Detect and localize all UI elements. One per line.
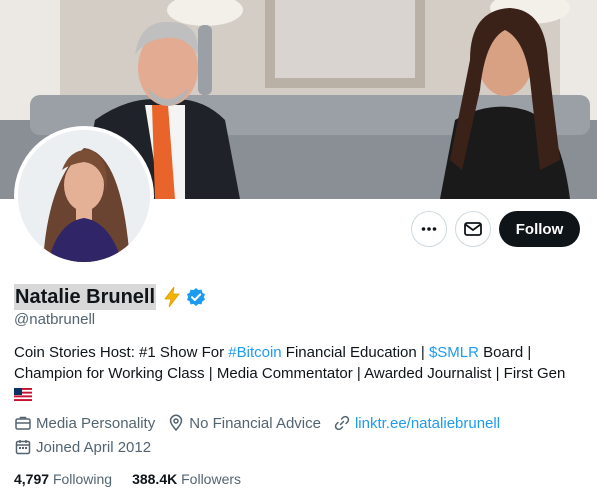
location-text: No Financial Advice (189, 414, 321, 432)
display-name: Natalie Brunell (14, 284, 157, 310)
followers-count: 388.4K (132, 471, 178, 487)
category-item: Media Personality (14, 414, 155, 432)
following-label: Following (52, 471, 113, 487)
profile-meta: Media Personality No Financial Advice li… (14, 414, 512, 432)
cashtag-link[interactable]: $SMLR (429, 344, 479, 361)
mail-icon (464, 222, 482, 236)
category-text: Media Personality (36, 414, 156, 432)
avatar-photo (18, 130, 150, 262)
followers-link[interactable]: 388.4K Followers (132, 471, 241, 487)
name-row: Natalie Brunell (14, 284, 206, 310)
following-count: 4,797 (14, 471, 50, 487)
bio-text: Financial Education | (281, 344, 429, 361)
link-icon (334, 415, 350, 431)
location-pin-icon (169, 414, 183, 432)
bio-text: Coin Stories Host: #1 Show For (14, 344, 229, 361)
calendar-icon (15, 440, 31, 455)
follow-stats: 4,797 Following 388.4K Followers (14, 471, 261, 487)
profile-avatar[interactable] (14, 126, 154, 266)
joined-text: Joined April 2012 (36, 438, 152, 456)
joined-item: Joined April 2012 (14, 438, 151, 456)
website-item[interactable]: linktr.ee/nataliebrunell (333, 414, 500, 432)
verified-badge-icon[interactable] (186, 287, 206, 307)
message-button[interactable] (455, 211, 491, 247)
more-icon (421, 227, 437, 231)
follow-button[interactable]: Follow (499, 211, 580, 247)
hashtag-link[interactable]: #Bitcoin (228, 344, 281, 361)
briefcase-icon (15, 416, 31, 430)
location-item: No Financial Advice (167, 414, 321, 432)
us-flag-icon (14, 388, 32, 401)
lightning-bolt-icon (162, 286, 182, 308)
followers-label: Followers (181, 471, 242, 487)
user-handle: @natbrunell (14, 311, 96, 328)
following-link[interactable]: 4,797 Following (14, 471, 112, 487)
website-link[interactable]: linktr.ee/nataliebrunell (355, 415, 500, 432)
profile-bio: Coin Stories Host: #1 Show For #Bitcoin … (14, 342, 584, 406)
joined-row: Joined April 2012 (14, 438, 163, 456)
more-button[interactable] (411, 211, 447, 247)
